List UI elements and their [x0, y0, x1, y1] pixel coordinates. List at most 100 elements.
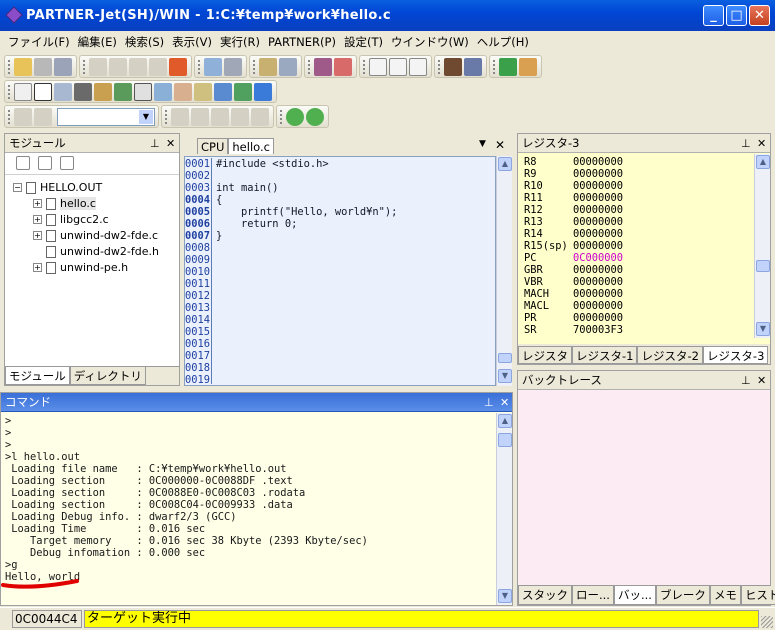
tab-register-3[interactable]: レジスタ-3 — [702, 346, 769, 364]
menu-settings[interactable]: 設定(T) — [340, 34, 387, 50]
break-view-icon[interactable] — [134, 82, 152, 101]
close-icon[interactable]: ✕ — [757, 372, 766, 390]
register-row[interactable]: R13 00000000 — [524, 216, 749, 228]
register-row[interactable]: PC 0C000000 — [524, 252, 749, 264]
register-view-icon[interactable] — [94, 82, 112, 101]
step-out-icon[interactable] — [149, 57, 167, 76]
register-value[interactable]: 00000000 — [573, 204, 623, 216]
tree-item-libgcc2[interactable]: + libgcc2.c — [33, 213, 109, 226]
close-icon[interactable]: ✕ — [495, 138, 505, 152]
tab-backtrace[interactable]: バッ... — [613, 586, 656, 605]
find-prev-icon[interactable] — [14, 107, 32, 126]
register-row[interactable]: R11 00000000 — [524, 192, 749, 204]
close-icon[interactable]: ✕ — [166, 135, 175, 153]
tree-item-hello-c[interactable]: + hello.c — [33, 197, 96, 210]
register-value[interactable]: 00000000 — [573, 156, 623, 168]
register-value[interactable]: 00000000 — [573, 216, 623, 228]
folder-open-icon[interactable] — [38, 156, 52, 170]
module-view-icon[interactable] — [54, 82, 72, 101]
menu-edit[interactable]: 編集(E) — [74, 34, 121, 50]
refresh-all-icon[interactable] — [306, 107, 324, 126]
register-value[interactable]: 00000000 — [573, 264, 623, 276]
tree-item-unwind-pe[interactable]: + unwind-pe.h — [33, 261, 128, 274]
chevron-down-icon[interactable]: ▼ — [139, 109, 153, 124]
hand-icon[interactable] — [174, 82, 192, 101]
register-panel-title[interactable]: レジスタ-3 ⊥ ✕ — [518, 134, 770, 153]
register-row[interactable]: VBR 00000000 — [524, 276, 749, 288]
menu-window[interactable]: ウインドウ(W) — [387, 34, 473, 50]
register-row[interactable]: MACH 00000000 — [524, 288, 749, 300]
command-scrollbar[interactable]: ▲ ▼ — [496, 413, 512, 605]
backtrace-panel-title[interactable]: バックトレース ⊥ ✕ — [518, 371, 770, 390]
help-icon[interactable] — [499, 57, 517, 76]
reload-icon[interactable] — [34, 57, 52, 76]
expand-icon[interactable]: + — [33, 231, 42, 240]
menu-partner[interactable]: PARTNER(P) — [264, 35, 340, 49]
window-1-icon[interactable] — [369, 57, 387, 76]
menu-file[interactable]: ファイル(F) — [4, 34, 74, 50]
tab-menu-icon[interactable]: ▼ — [479, 139, 486, 149]
tab-local[interactable]: ロー... — [572, 586, 614, 605]
register-row[interactable]: GBR 00000000 — [524, 264, 749, 276]
register-row[interactable]: R14 00000000 — [524, 228, 749, 240]
watch-view-icon[interactable] — [114, 82, 132, 101]
tab-stack[interactable]: スタック — [518, 586, 572, 605]
expand-icon[interactable]: + — [33, 215, 42, 224]
tree-item-unwind-dw2-fde-h[interactable]: unwind-dw2-fde.h — [46, 245, 159, 258]
register-row[interactable]: MACL 00000000 — [524, 300, 749, 312]
connect-icon[interactable] — [464, 57, 482, 76]
tab-memo[interactable]: メモ — [709, 586, 741, 605]
register-row[interactable]: R12 00000000 — [524, 204, 749, 216]
register-row[interactable]: R8 00000000 — [524, 156, 749, 168]
performance-icon[interactable] — [234, 82, 252, 101]
register-row[interactable]: R15(sp) 00000000 — [524, 240, 749, 252]
step-into-icon[interactable] — [129, 57, 147, 76]
register-value[interactable]: 00000000 — [573, 228, 623, 240]
register-value[interactable]: 00000000 — [573, 240, 623, 252]
menu-search[interactable]: 検索(S) — [121, 34, 168, 50]
scroll-down-icon[interactable]: ▼ — [498, 589, 512, 603]
pin-icon[interactable]: ⊥ — [741, 372, 751, 390]
register-value[interactable]: 00000000 — [573, 300, 623, 312]
register-value[interactable]: 00000000 — [573, 192, 623, 204]
collapse-icon[interactable]: − — [13, 183, 22, 192]
tab-register-2[interactable]: レジスタ-2 — [637, 346, 703, 364]
close-icon[interactable]: ✕ — [500, 394, 509, 412]
tab-break[interactable]: ブレーク — [655, 586, 710, 605]
close-icon[interactable]: ✕ — [757, 135, 766, 153]
scroll-down-icon[interactable]: ▼ — [756, 322, 770, 336]
register-row[interactable]: SR 700003F3 — [524, 324, 749, 336]
register-value[interactable]: 00000000 — [573, 288, 623, 300]
register-value[interactable]: 00000000 — [573, 180, 623, 192]
minimize-button[interactable]: _ — [703, 5, 724, 26]
scroll-up-icon[interactable]: ▲ — [756, 155, 770, 169]
find-next-icon[interactable] — [224, 57, 242, 76]
source-view-icon[interactable] — [14, 82, 32, 101]
command-output[interactable]: > > > >l hello.out Loading file name : C:¥t… — [5, 415, 495, 585]
find-all-icon[interactable] — [34, 107, 52, 126]
refresh-icon[interactable] — [286, 107, 304, 126]
paste-window-icon[interactable] — [259, 57, 277, 76]
scroll-down-icon[interactable]: ▼ — [498, 369, 512, 383]
trace-view-icon[interactable] — [154, 82, 172, 101]
register-value[interactable]: 00000000 — [573, 168, 623, 180]
tab-cpu[interactable]: CPU — [197, 138, 229, 154]
chip-icon[interactable] — [444, 57, 462, 76]
window-2-icon[interactable] — [389, 57, 407, 76]
tab-register-1[interactable]: レジスタ-1 — [572, 346, 638, 364]
scroll-thumb[interactable] — [756, 260, 770, 272]
window-3-icon[interactable] — [409, 57, 427, 76]
tree-root[interactable]: − HELLO.OUT — [13, 181, 102, 194]
tab-module[interactable]: モジュール — [5, 367, 70, 385]
scroll-up-icon[interactable]: ▲ — [498, 414, 512, 428]
pie-chart-icon[interactable] — [254, 82, 272, 101]
memo-icon[interactable] — [194, 82, 212, 101]
color-grid-icon[interactable] — [314, 57, 332, 76]
register-row[interactable]: PR 00000000 — [524, 312, 749, 324]
open-file-icon[interactable] — [14, 57, 32, 76]
command-panel-title[interactable]: コマンド ⊥ ✕ — [1, 393, 512, 412]
source-editor[interactable]: 0001 0002 0003 0004 0005 0006 0007 0008 0009 0010… — [184, 156, 496, 386]
register-value[interactable]: 00000000 — [573, 276, 623, 288]
source-scrollbar[interactable]: ▲ ▼ — [496, 156, 512, 386]
register-row[interactable]: R9 00000000 — [524, 168, 749, 180]
